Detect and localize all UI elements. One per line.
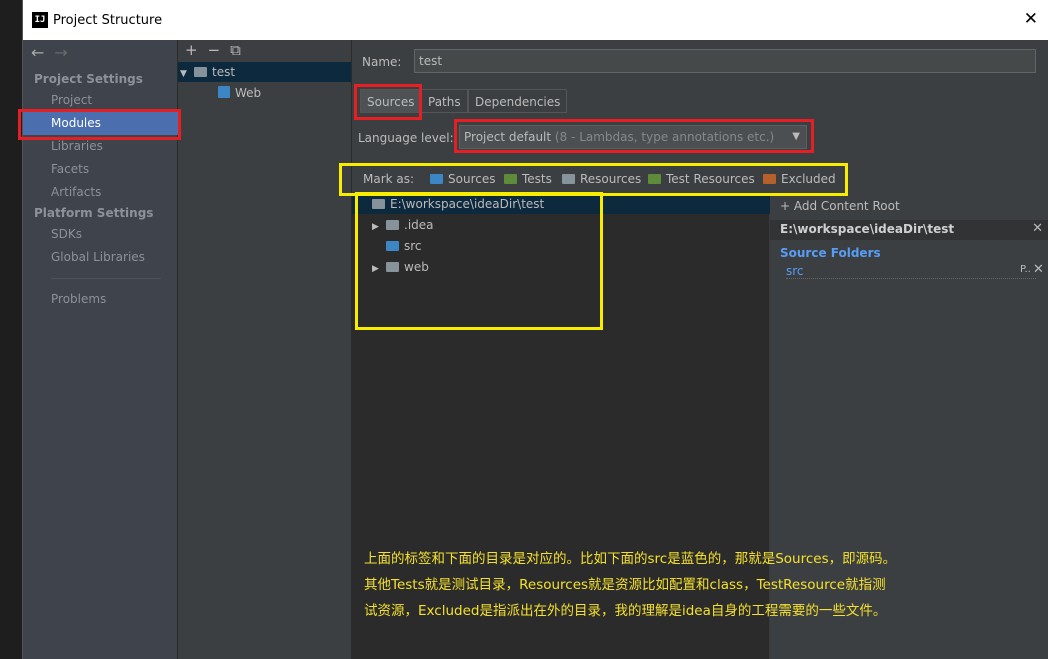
content-root-header: E:\workspace\ideaDir\test ✕ bbox=[770, 220, 1048, 240]
expand-arrow-icon[interactable]: ▼ bbox=[180, 64, 194, 84]
copy-icon[interactable]: ⧉ bbox=[230, 41, 241, 59]
sidebar-item-sdks[interactable]: SDKs bbox=[23, 223, 178, 246]
nav-arrows: ← → bbox=[31, 43, 78, 62]
sidebar-item-global-libraries[interactable]: Global Libraries bbox=[23, 246, 178, 269]
annotation-note: 上面的标签和下面的目录是对应的。比如下面的src是蓝色的，那就是Sources，… bbox=[364, 551, 897, 619]
forward-arrow-icon[interactable]: → bbox=[54, 43, 67, 62]
sidebar-item-artifacts[interactable]: Artifacts bbox=[23, 181, 178, 204]
highlight-tree bbox=[355, 192, 603, 330]
close-icon[interactable]: ✕ bbox=[1024, 9, 1038, 29]
add-content-root-button[interactable]: + Add Content Root bbox=[780, 199, 900, 213]
modules-toolbar: + − ⧉ bbox=[185, 41, 251, 59]
tab-paths[interactable]: Paths bbox=[421, 89, 468, 113]
web-facet-icon bbox=[218, 86, 230, 98]
module-name-input[interactable]: test bbox=[414, 49, 1036, 73]
sidebar-divider bbox=[51, 278, 161, 279]
language-level-label: Language level: bbox=[358, 131, 454, 145]
remove-source-folder-icon[interactable]: ✕ bbox=[1033, 262, 1044, 277]
sidebar-item-facets[interactable]: Facets bbox=[23, 158, 178, 181]
project-structure-window: IJ Project Structure ✕ ← → Project Settin… bbox=[18, 0, 1048, 659]
properties-icon[interactable]: P.. bbox=[1020, 264, 1031, 275]
name-label: Name: bbox=[362, 55, 402, 69]
source-folders-label: Source Folders bbox=[780, 246, 881, 260]
module-node-test[interactable]: ▼ test bbox=[178, 62, 351, 82]
highlight-language-level bbox=[454, 119, 814, 153]
sidebar-item-problems[interactable]: Problems bbox=[23, 288, 178, 311]
back-arrow-icon[interactable]: ← bbox=[31, 43, 44, 62]
highlight-modules bbox=[18, 109, 181, 140]
remove-icon[interactable]: − bbox=[208, 41, 221, 59]
content-root-path: E:\workspace\ideaDir\test bbox=[780, 222, 955, 236]
module-folder-icon bbox=[194, 67, 207, 77]
section-project-settings: Project Settings bbox=[34, 72, 143, 86]
section-platform-settings: Platform Settings bbox=[34, 206, 154, 220]
highlight-sources-tab bbox=[354, 84, 422, 120]
add-icon[interactable]: + bbox=[185, 41, 198, 59]
modules-pane: + − ⧉ ▼ test Web bbox=[178, 40, 352, 659]
title-bar: IJ Project Structure ✕ bbox=[23, 0, 1048, 40]
intellij-logo-icon: IJ bbox=[32, 12, 48, 28]
tab-dependencies[interactable]: Dependencies bbox=[468, 89, 568, 113]
remove-content-root-icon[interactable]: ✕ bbox=[1032, 221, 1043, 236]
window-title: Project Structure bbox=[53, 13, 163, 28]
source-folder-entry[interactable]: src bbox=[786, 264, 1036, 279]
facet-node-web[interactable]: Web bbox=[218, 83, 261, 103]
